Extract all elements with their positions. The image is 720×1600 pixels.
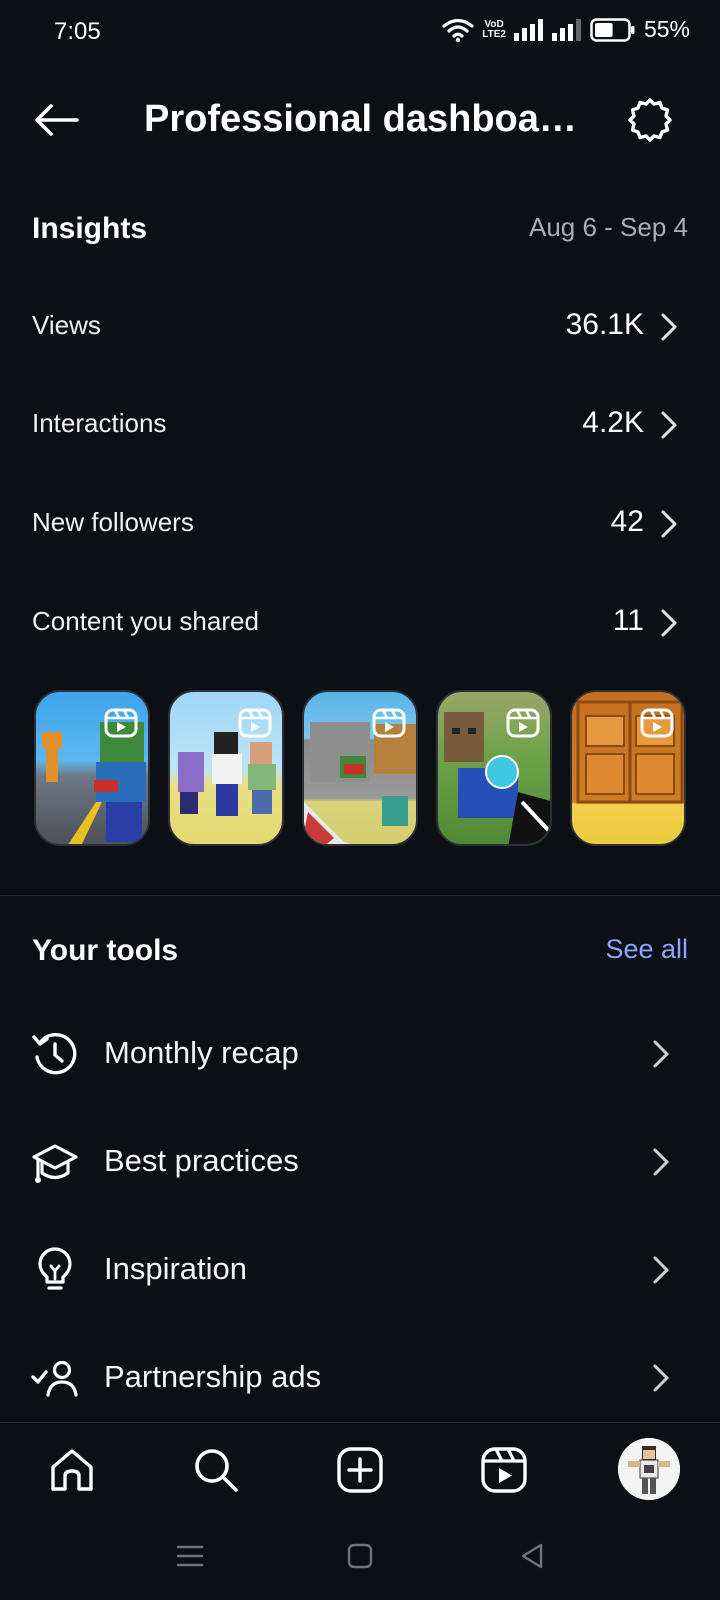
volte-indicator: VoD LTE2 bbox=[482, 18, 506, 40]
content-thumbnails bbox=[34, 690, 686, 846]
system-home-button[interactable] bbox=[340, 1540, 380, 1572]
metric-interactions[interactable]: Interactions 4.2K bbox=[32, 396, 688, 456]
reels-icon bbox=[506, 708, 540, 738]
metric-views[interactable]: Views 36.1K bbox=[32, 298, 688, 358]
tool-label: Inspiration bbox=[104, 1251, 248, 1286]
nav-home[interactable] bbox=[44, 1442, 100, 1498]
insights-title: Insights bbox=[32, 212, 148, 245]
reels-icon bbox=[104, 708, 138, 738]
chevron-right-icon bbox=[653, 1256, 669, 1284]
nav-reels[interactable] bbox=[476, 1442, 532, 1498]
tools-header: Your tools See all bbox=[32, 930, 688, 974]
chevron-right-icon bbox=[653, 1148, 669, 1176]
bottom-nav-divider bbox=[0, 1422, 720, 1423]
settings-button[interactable] bbox=[624, 94, 676, 146]
home-icon bbox=[51, 1449, 93, 1491]
chevron-right-icon bbox=[661, 313, 677, 341]
arrow-left-icon bbox=[35, 104, 79, 136]
reel-thumbnail[interactable] bbox=[34, 690, 150, 846]
tool-partnership-ads[interactable]: Partnership ads bbox=[30, 1343, 690, 1413]
metric-value: 4.2K bbox=[582, 406, 644, 439]
tools-title: Your tools bbox=[32, 934, 179, 967]
battery-icon bbox=[590, 17, 635, 42]
back-triangle-icon bbox=[521, 1543, 543, 1569]
bottom-navigation bbox=[0, 1432, 720, 1512]
nav-create[interactable] bbox=[332, 1442, 388, 1498]
home-square-icon bbox=[347, 1543, 373, 1569]
nav-search[interactable] bbox=[188, 1442, 244, 1498]
metric-label: New followers bbox=[32, 507, 194, 537]
tool-label: Partnership ads bbox=[104, 1359, 322, 1394]
tool-best-practices[interactable]: Best practices bbox=[30, 1127, 690, 1197]
insights-header: Insights Aug 6 - Sep 4 bbox=[32, 208, 688, 252]
chevron-right-icon bbox=[661, 609, 677, 637]
reel-thumbnail[interactable] bbox=[168, 690, 284, 846]
menu-icon bbox=[176, 1545, 204, 1567]
create-icon bbox=[337, 1447, 383, 1493]
see-all-link[interactable]: See all bbox=[605, 934, 688, 965]
metric-label: Views bbox=[32, 310, 101, 340]
wifi-icon bbox=[442, 18, 474, 42]
signal-icon bbox=[513, 18, 543, 41]
system-navigation bbox=[0, 1528, 720, 1584]
tool-inspiration[interactable]: Inspiration bbox=[30, 1235, 690, 1305]
metric-label: Interactions bbox=[32, 408, 167, 438]
metric-value: 11 bbox=[612, 604, 644, 637]
metric-value: 42 bbox=[610, 505, 644, 538]
profile-avatar[interactable] bbox=[618, 1438, 680, 1500]
tool-label: Monthly recap bbox=[104, 1035, 299, 1070]
partnership-icon bbox=[31, 1360, 78, 1397]
reels-icon bbox=[640, 708, 674, 738]
battery-percentage: 55% bbox=[643, 16, 690, 42]
search-icon bbox=[195, 1449, 238, 1492]
reels-icon bbox=[481, 1447, 527, 1493]
date-range[interactable]: Aug 6 - Sep 4 bbox=[529, 212, 688, 243]
history-icon bbox=[32, 1032, 77, 1075]
status-bar: 7:05 VoD LTE2 55% bbox=[0, 0, 720, 64]
system-back-button[interactable] bbox=[512, 1540, 552, 1572]
page-title: Professional dashboa… bbox=[144, 98, 577, 140]
reel-thumbnail[interactable] bbox=[436, 690, 552, 846]
graduation-cap-icon bbox=[32, 1144, 78, 1183]
reel-thumbnail[interactable] bbox=[570, 690, 686, 846]
app-header: Professional dashboa… bbox=[0, 84, 720, 156]
metric-content-shared[interactable]: Content you shared 11 bbox=[32, 594, 688, 654]
reel-thumbnail[interactable] bbox=[302, 690, 418, 846]
tool-monthly-recap[interactable]: Monthly recap bbox=[30, 1019, 690, 1089]
chevron-right-icon bbox=[661, 411, 677, 439]
metric-value: 36.1K bbox=[565, 308, 644, 341]
reels-icon bbox=[238, 708, 272, 738]
chevron-right-icon bbox=[653, 1364, 669, 1392]
signal-icon-2 bbox=[551, 18, 581, 41]
avatar-image bbox=[618, 1438, 680, 1500]
tool-label: Best practices bbox=[104, 1143, 299, 1178]
status-time: 7:05 bbox=[54, 18, 101, 45]
back-button[interactable] bbox=[28, 98, 84, 142]
chevron-right-icon bbox=[653, 1040, 669, 1068]
section-divider bbox=[0, 895, 720, 896]
metric-label: Content you shared bbox=[32, 606, 259, 636]
reels-icon bbox=[372, 708, 406, 738]
lightbulb-icon bbox=[38, 1247, 72, 1290]
system-menu-button[interactable] bbox=[170, 1540, 210, 1572]
chevron-right-icon bbox=[661, 510, 677, 538]
metric-new-followers[interactable]: New followers 42 bbox=[32, 495, 688, 555]
status-icons: VoD LTE2 55% bbox=[442, 16, 690, 43]
gear-icon bbox=[628, 98, 672, 142]
